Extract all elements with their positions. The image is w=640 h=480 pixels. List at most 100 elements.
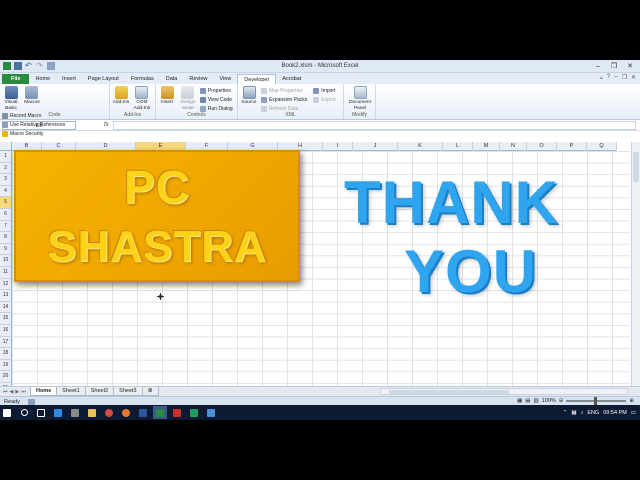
workbook-minimize-icon[interactable]: – <box>614 74 617 81</box>
column-header-o[interactable]: O <box>527 142 557 151</box>
source-button[interactable]: Source <box>240 86 258 106</box>
select-all-corner[interactable] <box>0 142 12 151</box>
zoom-in-icon[interactable]: ⊕ <box>629 398 634 404</box>
prev-sheet-icon[interactable]: ◀ <box>10 389 14 395</box>
volume-icon[interactable]: ♪ <box>581 410 584 416</box>
insert-control-button[interactable]: Insert <box>158 86 176 106</box>
tab-developer[interactable]: Developer <box>237 74 277 84</box>
column-header-p[interactable]: P <box>557 142 587 151</box>
zoom-slider[interactable] <box>566 397 627 405</box>
visual-basic-button[interactable]: Visual Basic <box>2 86 20 111</box>
normal-view-icon[interactable]: ▦ <box>517 398 522 404</box>
task-view-icon[interactable] <box>34 406 48 419</box>
workbook-close-icon[interactable]: ✕ <box>631 74 636 81</box>
row-header-4[interactable]: 4 <box>0 185 12 198</box>
restore-icon[interactable]: ❐ <box>606 60 622 72</box>
import-button[interactable]: Import <box>313 87 335 95</box>
network-icon[interactable]: ▦ <box>571 410 576 416</box>
add-ins-button[interactable]: Add-Ins <box>112 86 130 106</box>
page-break-view-icon[interactable]: ▥ <box>534 398 539 404</box>
horizontal-scrollbar[interactable] <box>380 388 628 395</box>
use-relative-references-button[interactable]: Use Relative References <box>2 121 65 129</box>
expansion-packs-button[interactable]: Expansion Packs <box>260 96 307 104</box>
sheet-tab-sheet2[interactable]: Sheet2 <box>84 387 115 396</box>
row-header-14[interactable]: 14 <box>0 301 12 314</box>
row-header-9[interactable]: 9 <box>0 243 12 256</box>
minimize-ribbon-icon[interactable]: ▵ <box>600 74 603 81</box>
column-header-n[interactable]: N <box>500 142 527 151</box>
row-header-19[interactable]: 19 <box>0 359 12 372</box>
row-header-10[interactable]: 10 <box>0 255 12 267</box>
row-header-7[interactable]: 7 <box>0 220 12 233</box>
vertical-scroll-thumb[interactable] <box>633 152 639 182</box>
formula-input[interactable] <box>112 120 636 130</box>
row-header-8[interactable]: 8 <box>0 232 12 244</box>
pc-shastra-shape[interactable]: PC SHASTRA <box>14 150 300 282</box>
page-layout-view-icon[interactable]: ▤ <box>525 398 530 404</box>
tab-review[interactable]: Review <box>183 74 213 84</box>
store-icon[interactable] <box>68 406 82 419</box>
minimize-icon[interactable]: – <box>590 60 606 72</box>
tab-home[interactable]: Home <box>29 74 56 84</box>
properties-button[interactable]: Properties <box>199 87 233 95</box>
horizontal-scroll-thumb[interactable] <box>389 390 509 394</box>
tray-up-icon[interactable]: ⌃ <box>563 410 568 416</box>
row-header-12[interactable]: 12 <box>0 278 12 291</box>
acrobat-icon[interactable] <box>170 406 184 419</box>
zoom-slider-thumb[interactable] <box>594 397 598 405</box>
next-sheet-icon[interactable]: ▶ <box>15 389 19 395</box>
row-header-3[interactable]: 3 <box>0 174 12 186</box>
macros-button[interactable]: Macros <box>23 86 41 106</box>
tab-view[interactable]: View <box>213 74 237 84</box>
workbook-restore-icon[interactable]: ❐ <box>622 74 627 81</box>
row-header-17[interactable]: 17 <box>0 336 12 349</box>
windows-start-icon[interactable] <box>0 406 14 419</box>
macro-record-icon[interactable] <box>27 398 35 405</box>
row-header-18[interactable]: 18 <box>0 348 12 360</box>
column-header-m[interactable]: M <box>473 142 500 151</box>
column-header-q[interactable]: Q <box>587 142 617 151</box>
tab-data[interactable]: Data <box>160 74 184 84</box>
file-explorer-icon[interactable] <box>85 406 99 419</box>
sheet-tab-home[interactable]: Home <box>30 387 58 396</box>
you-wordart[interactable]: YOU <box>404 237 537 306</box>
sheet-tab-sheet1[interactable]: Sheet1 <box>56 387 86 396</box>
row-header-13[interactable]: 13 <box>0 290 12 302</box>
close-icon[interactable]: ✕ <box>622 60 638 72</box>
view-code-button[interactable]: View Code <box>199 96 233 104</box>
photos-icon[interactable] <box>187 406 201 419</box>
map-properties-button[interactable]: Map Properties <box>260 87 307 95</box>
row-header-5[interactable]: 5 <box>0 197 12 209</box>
excel-taskbar-icon[interactable] <box>153 406 167 419</box>
column-header-k[interactable]: K <box>398 142 443 151</box>
notifications-icon[interactable]: ▭ <box>631 410 636 416</box>
tab-acrobat[interactable]: Acrobat <box>276 74 307 84</box>
row-header-20[interactable]: 20 <box>0 371 12 383</box>
tab-insert[interactable]: Insert <box>56 74 82 84</box>
com-add-ins-button[interactable]: COM Add-Ins <box>133 86 151 111</box>
firefox-icon[interactable] <box>119 406 133 419</box>
export-button[interactable]: Export <box>313 96 336 104</box>
column-header-i[interactable]: I <box>323 142 353 151</box>
help-icon[interactable]: ? <box>607 74 610 81</box>
macro-security-button[interactable]: Macro Security <box>2 130 65 138</box>
design-mode-button[interactable]: Design Mode <box>179 86 197 111</box>
tab-formulas[interactable]: Formulas <box>125 74 160 84</box>
insert-sheet-icon[interactable]: ⊕ <box>141 387 159 396</box>
tab-file[interactable]: File <box>2 74 30 84</box>
row-header-6[interactable]: 6 <box>0 208 12 221</box>
chrome-icon[interactable] <box>102 406 116 419</box>
thank-wordart[interactable]: THANK <box>344 168 559 237</box>
clock[interactable]: 09:54 PM <box>603 410 627 416</box>
zoom-out-icon[interactable]: ⊖ <box>559 398 564 404</box>
column-header-j[interactable]: J <box>353 142 398 151</box>
word-icon[interactable] <box>136 406 150 419</box>
edge-browser-icon[interactable] <box>51 406 65 419</box>
document-panel-button[interactable]: Document Panel <box>346 86 374 111</box>
row-header-1[interactable]: 1 <box>0 151 12 163</box>
zoom-level[interactable]: 100% <box>542 398 556 404</box>
row-header-15[interactable]: 15 <box>0 313 12 325</box>
vertical-scrollbar[interactable] <box>631 142 640 396</box>
app-icon[interactable] <box>204 406 218 419</box>
row-header-2[interactable]: 2 <box>0 162 12 175</box>
